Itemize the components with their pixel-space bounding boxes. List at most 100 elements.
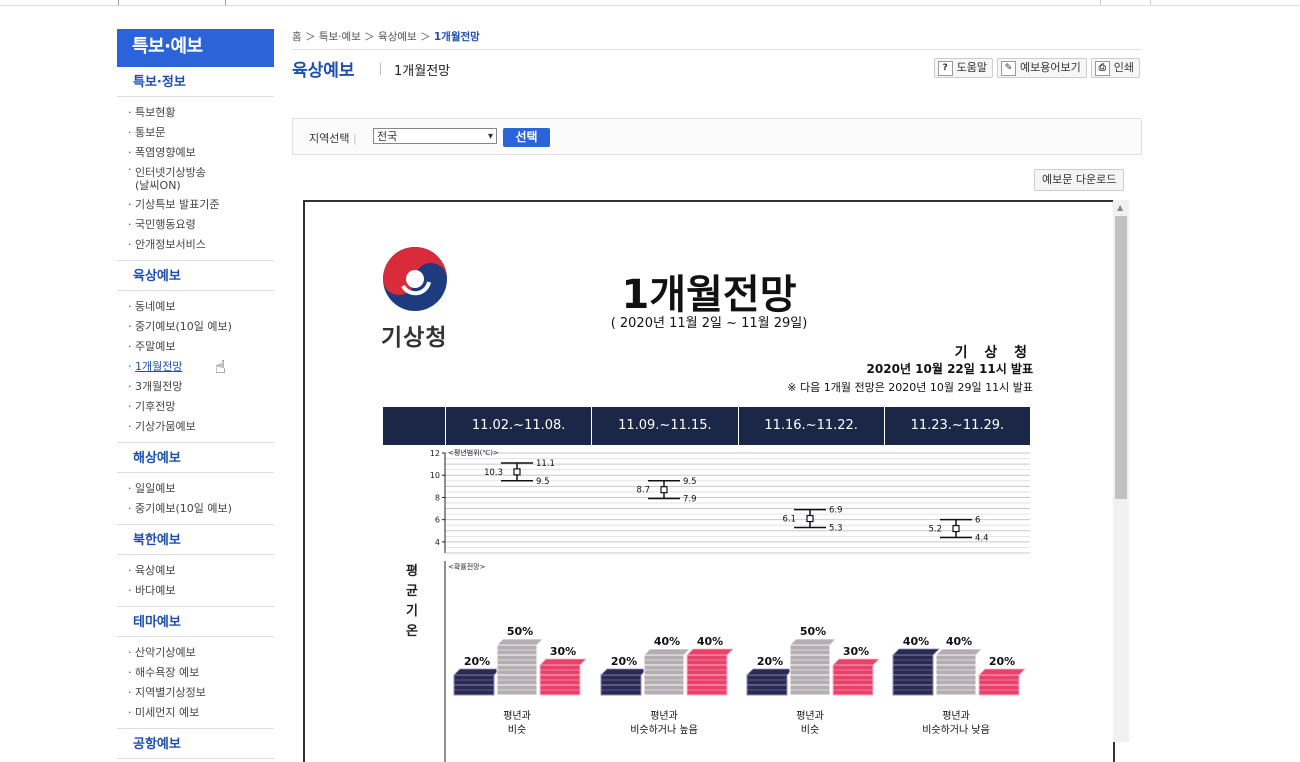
prob-value-label: 40% (697, 635, 723, 648)
prob-value-label: 40% (903, 635, 929, 648)
download-forecast-button[interactable]: 예보문 다운로드 (1034, 169, 1125, 191)
y-tick-label: 12 (430, 449, 440, 458)
forecast-chart: 4 6 8 10 12 <평년범위(℃)> 10.3 11.1 9.5 8.7 9.5 7.9 6.1 6… (430, 448, 1030, 762)
document-scrollbar[interactable]: ▲ (1113, 200, 1129, 742)
sidebar-item-2-0[interactable]: 일일예보 (117, 479, 274, 499)
sidebar-item-4-1[interactable]: 해수욕장 예보 (117, 663, 274, 683)
outlook-label: 비슷하거나 높음 (630, 723, 698, 736)
prob-value-label: 30% (550, 645, 576, 658)
sidebar-item-4-2[interactable]: 지역별기상정보 (117, 683, 274, 703)
sidebar: 특보·예보 특보·정보특보현황통보문폭염영향예보인터넷기상방송(날씨ON)기상특… (117, 29, 274, 759)
outlook-label: 비슷 (801, 724, 819, 736)
sidebar-section-3[interactable]: 북한예보 (117, 525, 274, 555)
outlook-label: 비슷하거나 낮음 (922, 723, 990, 736)
prob-value-label: 50% (800, 625, 826, 638)
errorbar-upper-label: 6.9 (829, 506, 843, 516)
sidebar-item-0-2[interactable]: 폭염영향예보 (117, 143, 274, 163)
prob-chart-title: <확률전망> (448, 562, 486, 571)
prob-value-label: 20% (464, 655, 490, 668)
prob-bar-top (935, 648, 983, 656)
sidebar-item-1-2[interactable]: 주말예보 (117, 337, 274, 357)
glossary-icon: ✎ (1001, 60, 1017, 76)
sidebar-item-1-0[interactable]: 동네예보 (117, 297, 274, 317)
breadcrumb-forecast[interactable]: 특보·예보 (319, 31, 361, 43)
sidebar-item-1-3[interactable]: 1개월전망 (117, 357, 274, 377)
prob-bar-top (686, 648, 734, 656)
issuer: 기 상 청 (954, 345, 1033, 361)
prob-bar-top (746, 668, 794, 676)
errorbar-center-label: 6.1 (782, 515, 796, 525)
prob-bar-top (643, 648, 691, 656)
sidebar-section-5[interactable]: 공항예보 (117, 729, 274, 759)
page-subtitle: 1개월전망 (394, 64, 451, 79)
week-header-3: 11.16.~11.22. (739, 407, 885, 445)
sidebar-section-0[interactable]: 특보·정보 (117, 67, 274, 97)
prob-bar-top (892, 648, 940, 656)
errorbar-lower-label: 5.3 (829, 523, 843, 533)
glossary-label: 예보용어보기 (1020, 61, 1081, 74)
sidebar-item-3-1[interactable]: 바다예보 (117, 581, 274, 601)
sidebar-item-1-6[interactable]: 기상가뭄예보 (117, 417, 274, 437)
errorbar-chart-title: <평년범위(℃)> (448, 448, 499, 457)
outlook-label: 평년과 (796, 710, 824, 722)
region-filter: 지역선택 | 전국 ▾ 선택 (292, 118, 1142, 155)
errorbar-center-label: 5.2 (928, 525, 942, 535)
next-issue-notice: ※ 다음 1개월 전망은 2020년 10월 29일 11시 발표 (787, 381, 1033, 394)
scrollbar-thumb[interactable] (1115, 216, 1127, 499)
sidebar-item-4-3[interactable]: 미세먼지 예보 (117, 703, 274, 723)
sidebar-list-4: 산악기상예보해수욕장 예보지역별기상정보미세먼지 예보 (117, 637, 274, 729)
issue-time: 2020년 10월 22일 11시 발표 (866, 362, 1033, 376)
breadcrumb-home[interactable]: 홈 (292, 31, 302, 43)
sidebar-item-0-3[interactable]: 인터넷기상방송(날씨ON) (117, 163, 274, 195)
sidebar-item-4-0[interactable]: 산악기상예보 (117, 643, 274, 663)
prob-value-label: 20% (757, 655, 783, 668)
errorbar-center (660, 486, 668, 494)
week-header-2: 11.09.~11.15. (592, 407, 739, 445)
sidebar-item-0-0[interactable]: 특보현황 (117, 103, 274, 123)
page-title: 육상예보 (292, 61, 355, 81)
outlook-label: 평년과 (503, 710, 531, 722)
sidebar-item-0-4[interactable]: 기상특보 발표기준 (117, 195, 274, 215)
errorbar-center-label: 8.7 (636, 486, 650, 496)
prob-value-label: 20% (989, 655, 1015, 668)
week-header-blank (383, 407, 446, 445)
page-tools: ? 도움말 ✎ 예보용어보기 ⎙ 인쇄 (933, 58, 1140, 78)
sidebar-item-0-1[interactable]: 통보문 (117, 123, 274, 143)
sidebar-section-4[interactable]: 테마예보 (117, 607, 274, 637)
sidebar-section-2[interactable]: 해상예보 (117, 443, 274, 473)
errorbar-lower-label: 9.5 (536, 477, 550, 487)
region-submit-button[interactable]: 선택 (503, 128, 550, 147)
sidebar-list-1: 동네예보중기예보(10일 예보)주말예보1개월전망3개월전망기후전망기상가뭄예보 (117, 291, 274, 443)
prob-bar-top (539, 658, 587, 666)
prob-value-label: 20% (611, 655, 637, 668)
region-select-value: 전국 (377, 130, 398, 143)
print-label: 인쇄 (1113, 61, 1134, 74)
prob-bar-top (789, 638, 837, 646)
sidebar-item-0-6[interactable]: 안개정보서비스 (117, 235, 274, 255)
glossary-button[interactable]: ✎ 예보용어보기 (997, 58, 1087, 78)
help-button[interactable]: ? 도움말 (933, 58, 994, 78)
sidebar-item-1-1[interactable]: 중기예보(10일 예보) (117, 317, 274, 337)
sidebar-list-0: 특보현황통보문폭염영향예보인터넷기상방송(날씨ON)기상특보 발표기준국민행동요… (117, 97, 274, 261)
outlook-label: 평년과 (650, 710, 678, 722)
sidebar-menu: 특보·정보특보현황통보문폭염영향예보인터넷기상방송(날씨ON)기상특보 발표기준… (117, 67, 274, 759)
y-tick-label: 8 (435, 493, 440, 502)
region-select[interactable]: 전국 ▾ (373, 128, 497, 144)
errorbar-upper-label: 11.1 (536, 459, 555, 469)
sidebar-item-0-5[interactable]: 국민행동요령 (117, 215, 274, 235)
scroll-up-icon[interactable]: ▲ (1117, 203, 1123, 212)
print-button[interactable]: ⎙ 인쇄 (1090, 58, 1140, 78)
sidebar-item-1-5[interactable]: 기후전망 (117, 397, 274, 417)
sidebar-item-1-4[interactable]: 3개월전망 (117, 377, 274, 397)
top-strip (0, 0, 1300, 6)
hand-cursor-icon: ☝ (215, 357, 226, 378)
prob-value-label: 40% (946, 635, 972, 648)
forecast-document: 기상청 1개월전망 ( 2020년 11월 2일 ~ 11월 29일) 기 상 … (303, 200, 1115, 762)
sidebar-item-2-1[interactable]: 중기예보(10일 예보) (117, 499, 274, 519)
sidebar-item-3-0[interactable]: 육상예보 (117, 561, 274, 581)
sidebar-section-1[interactable]: 육상예보 (117, 261, 274, 291)
errorbar-center (952, 524, 960, 533)
main-content: 홈 ＞ 특보·예보 ＞ 육상예보 ＞ 1개월전망 육상예보 1개월전망 ? 도움말… (292, 29, 1142, 191)
breadcrumb-land[interactable]: 육상예보 (378, 31, 417, 43)
printer-icon: ⎙ (1094, 60, 1110, 76)
